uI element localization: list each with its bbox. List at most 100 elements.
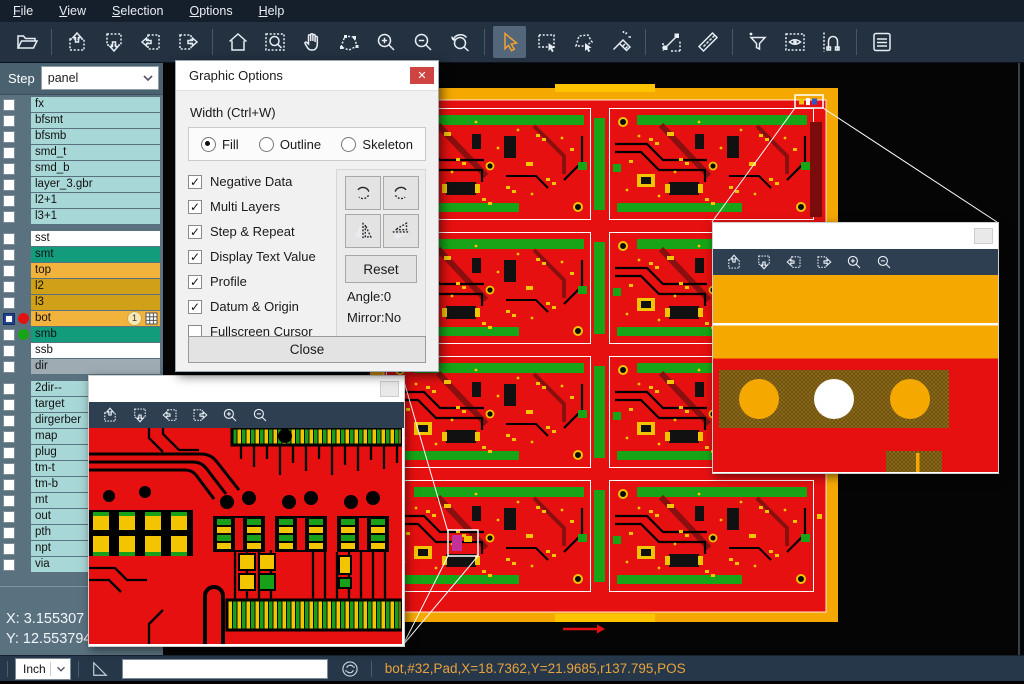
layer-row-smd_b[interactable]: smd_b: [0, 161, 163, 176]
layer-checkbox-out[interactable]: [3, 511, 15, 523]
checkbox[interactable]: ✓: [188, 225, 202, 239]
layer-checkbox-smt[interactable]: [3, 249, 15, 261]
layer-name[interactable]: top: [31, 263, 160, 278]
move-right-button[interactable]: [187, 404, 213, 426]
layer-checkbox-layer_3.gbr[interactable]: [3, 179, 15, 191]
layer-checkbox-l2[interactable]: [3, 281, 15, 293]
layer-row-l3+1[interactable]: l3+1: [0, 209, 163, 224]
layer-checkbox-bot[interactable]: [3, 313, 15, 325]
layer-name[interactable]: l2+1: [31, 193, 160, 208]
layer-name[interactable]: l3+1: [31, 209, 160, 224]
zoom-window-detail-titlebar[interactable]: [89, 376, 404, 402]
radio-fill[interactable]: Fill: [201, 137, 239, 152]
polygon-select-tool-button[interactable]: [567, 26, 600, 58]
radio-circle[interactable]: [341, 137, 356, 152]
clean-tool-button[interactable]: [604, 26, 637, 58]
layer-row-layer_3.gbr[interactable]: layer_3.gbr: [0, 177, 163, 192]
layer-row-dir[interactable]: dir: [0, 359, 163, 374]
rotate-cw-button[interactable]: [345, 176, 381, 210]
zoom-out-button[interactable]: [406, 26, 439, 58]
window-minimize-button[interactable]: [974, 228, 993, 244]
layer-checkbox-l3[interactable]: [3, 297, 15, 309]
layer-name[interactable]: layer_3.gbr: [31, 177, 160, 192]
checkbox[interactable]: ✓: [188, 275, 202, 289]
layer-row-sst[interactable]: sst: [0, 231, 163, 246]
move-left-button[interactable]: [157, 404, 183, 426]
select-tool-button[interactable]: [493, 26, 526, 58]
zoom-window-pads-view[interactable]: [713, 275, 998, 472]
layer-checkbox-fx[interactable]: [3, 99, 15, 111]
layer-checkbox-l3+1[interactable]: [3, 211, 15, 223]
layer-checkbox-tm-t[interactable]: [3, 463, 15, 475]
layer-name[interactable]: l2: [31, 279, 160, 294]
layer-checkbox-2dir--[interactable]: [3, 383, 15, 395]
layer-name[interactable]: bot1: [31, 311, 160, 326]
layer-checkbox-npt[interactable]: [3, 543, 15, 555]
move-down-button[interactable]: [127, 404, 153, 426]
layer-checkbox-sst[interactable]: [3, 233, 15, 245]
menu-options[interactable]: Options: [176, 0, 245, 22]
layer-checkbox-ssb[interactable]: [3, 345, 15, 357]
layer-name[interactable]: smb: [31, 327, 160, 342]
checkbox[interactable]: ✓: [188, 250, 202, 264]
option-datum-origin[interactable]: ✓Datum & Origin: [188, 294, 336, 319]
command-input[interactable]: [122, 659, 328, 679]
close-button[interactable]: Close: [188, 336, 426, 363]
layer-row-l2+1[interactable]: l2+1: [0, 193, 163, 208]
layer-checkbox-smd_b[interactable]: [3, 163, 15, 175]
rect-select-tool-button[interactable]: [530, 26, 563, 58]
mirror-horizontal-button[interactable]: [345, 214, 381, 248]
zoom-out-button[interactable]: [247, 404, 273, 426]
layer-row-bot[interactable]: bot1: [0, 311, 163, 326]
layer-checkbox-mt[interactable]: [3, 495, 15, 507]
zoom-window-pads-titlebar[interactable]: [713, 223, 998, 249]
layer-name[interactable]: dir: [31, 359, 160, 374]
unit-select[interactable]: Inch: [15, 658, 71, 680]
close-icon[interactable]: ✕: [410, 67, 434, 84]
zoom-window-button[interactable]: [258, 26, 291, 58]
zoom-previous-button[interactable]: [443, 26, 476, 58]
layer-checkbox-l2+1[interactable]: [3, 195, 15, 207]
layer-row-smt[interactable]: smt: [0, 247, 163, 262]
home-view-button[interactable]: [221, 26, 254, 58]
option-multi-layers[interactable]: ✓Multi Layers: [188, 194, 336, 219]
pan-view-button[interactable]: [295, 26, 328, 58]
move-down-button[interactable]: [751, 251, 777, 273]
move-down-button[interactable]: [97, 26, 130, 58]
window-minimize-button[interactable]: [380, 381, 399, 397]
grid-icon[interactable]: [145, 312, 158, 325]
layer-row-top[interactable]: top: [0, 263, 163, 278]
mirror-vertical-button[interactable]: [383, 214, 419, 248]
layer-checkbox-dirgerber[interactable]: [3, 415, 15, 427]
layer-checkbox-target[interactable]: [3, 399, 15, 411]
menu-view[interactable]: View: [46, 0, 99, 22]
zoom-in-button[interactable]: [369, 26, 402, 58]
layer-row-bfsmt[interactable]: bfsmt: [0, 113, 163, 128]
layer-checkbox-smb[interactable]: [3, 329, 15, 341]
rotate-ccw-button[interactable]: [383, 176, 419, 210]
layer-checkbox-pth[interactable]: [3, 527, 15, 539]
option-profile[interactable]: ✓Profile: [188, 269, 336, 294]
layer-name[interactable]: ssb: [31, 343, 160, 358]
corner-origin-icon[interactable]: [90, 659, 110, 679]
radio-skeleton[interactable]: Skeleton: [341, 137, 413, 152]
radio-circle[interactable]: [259, 137, 274, 152]
menu-file[interactable]: File: [0, 0, 46, 22]
checkbox[interactable]: ✓: [188, 175, 202, 189]
option-display-text-value[interactable]: ✓Display Text Value: [188, 244, 336, 269]
layer-row-l3[interactable]: l3: [0, 295, 163, 310]
ruler-tool-button[interactable]: [691, 26, 724, 58]
measure-tool-button[interactable]: [654, 26, 687, 58]
layer-row-l2[interactable]: l2: [0, 279, 163, 294]
layer-checkbox-top[interactable]: [3, 265, 15, 277]
snap-tool-button[interactable]: [815, 26, 848, 58]
reset-button[interactable]: Reset: [345, 255, 417, 283]
move-up-button[interactable]: [97, 404, 123, 426]
view-options-button[interactable]: [778, 26, 811, 58]
zoom-window-detail-view[interactable]: [89, 428, 404, 644]
layer-name[interactable]: smt: [31, 247, 160, 262]
layer-row-bfsmb[interactable]: bfsmb: [0, 129, 163, 144]
zoom-in-button[interactable]: [217, 404, 243, 426]
radio-circle[interactable]: [201, 137, 216, 152]
move-right-button[interactable]: [171, 26, 204, 58]
